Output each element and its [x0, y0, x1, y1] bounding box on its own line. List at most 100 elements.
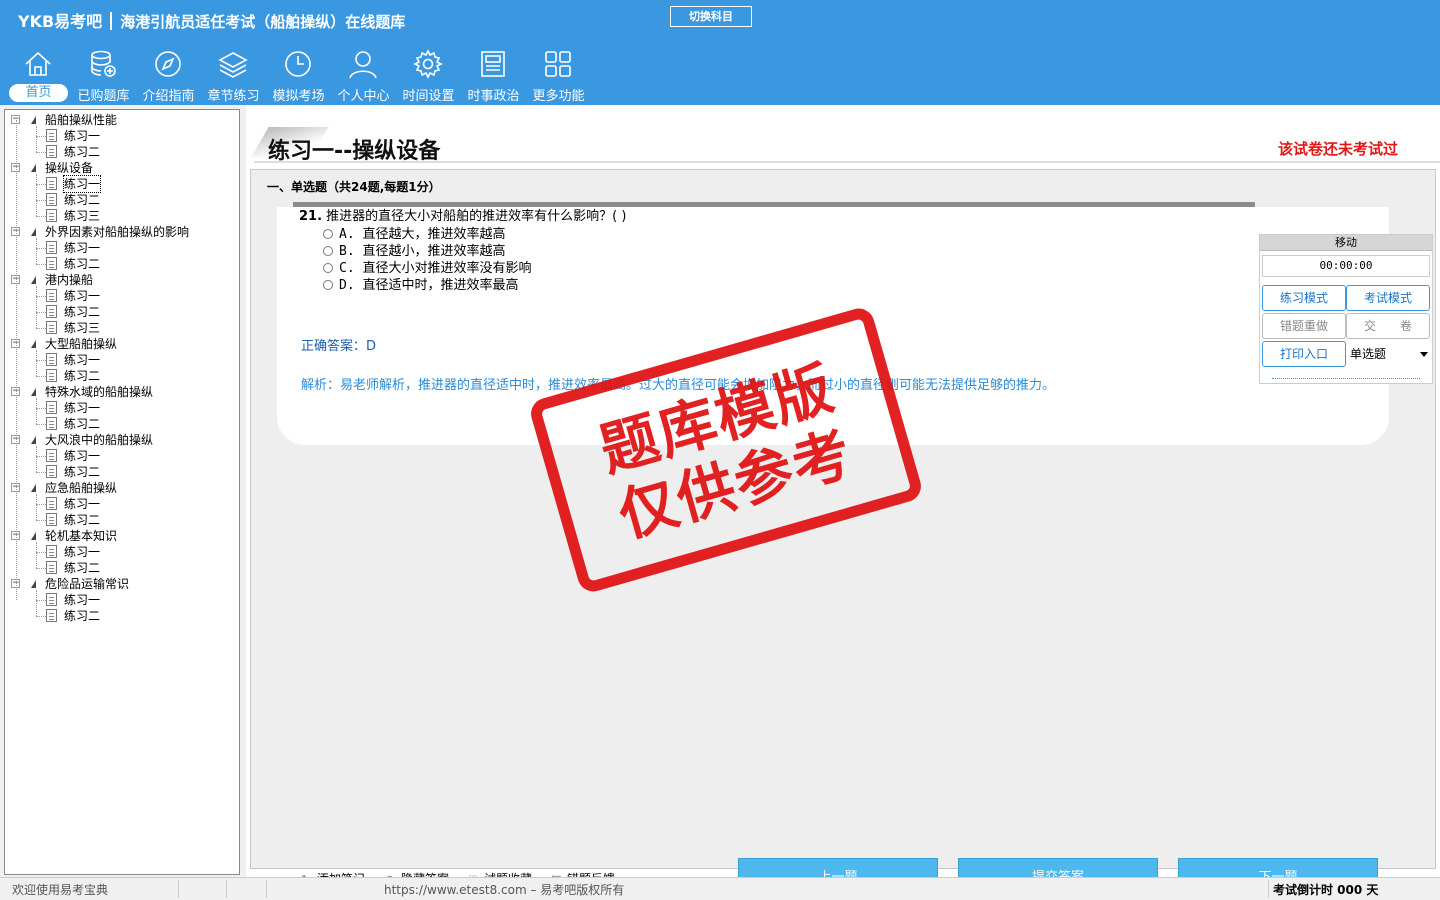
tree-chapter[interactable]: 轮机基本知识 — [45, 528, 117, 544]
status-bar: 欢迎使用易考宝典 https://www.etest8.com – 易考吧版权所… — [0, 877, 1440, 900]
redo-wrong-button[interactable]: 错题重做 — [1262, 313, 1346, 339]
nav-label: 章节练习 — [207, 89, 260, 104]
tree-exercise[interactable]: 练习二 — [64, 368, 100, 384]
tree-exercise[interactable]: 练习二 — [64, 192, 100, 208]
tree-exercise[interactable]: 练习一 — [64, 592, 100, 608]
tree-chapter[interactable]: 危险品运输常识 — [45, 576, 129, 592]
section-title: 一、单选题（共24题,每题1分） — [267, 180, 441, 194]
radio-icon[interactable] — [323, 246, 333, 256]
layers-icon — [218, 52, 248, 78]
nav-profile[interactable]: 个人中心 — [331, 46, 396, 104]
app-title: 海港引航员适任考试（船舶操纵）在线题库 — [120, 13, 406, 31]
tree-exercise[interactable]: 练习三 — [64, 208, 100, 224]
tree-exercise[interactable]: 练习一 — [64, 352, 100, 368]
tree-exercise[interactable]: 练习一 — [64, 240, 100, 256]
exam-mode-button[interactable]: 考试模式 — [1346, 285, 1430, 311]
nav-label: 时事政治 — [467, 89, 520, 104]
question-number: 21. — [299, 209, 323, 224]
document-icon — [46, 497, 57, 510]
exam-countdown: 考试倒计时 000 天 — [1273, 883, 1379, 897]
question-text: 21. 推进器的直径大小对船舶的推进效率有什么影响？( ) — [299, 205, 626, 224]
folder-icon — [31, 580, 36, 588]
tree-exercise[interactable]: 练习二 — [64, 464, 100, 480]
nav-mock-exam[interactable]: 模拟考场 — [266, 46, 331, 104]
nav-guide[interactable]: 介绍指南 — [136, 46, 201, 104]
tree-exercise[interactable]: 练习一 — [64, 496, 100, 512]
question-type-select[interactable]: 单选题 — [1348, 342, 1430, 366]
document-icon — [46, 289, 57, 302]
folder-icon — [31, 164, 36, 172]
tree-chapter[interactable]: 大风浪中的船舶操纵 — [45, 432, 153, 448]
radio-icon[interactable] — [323, 280, 333, 290]
clock-icon — [285, 51, 311, 77]
news-icon — [481, 51, 505, 77]
database-icon — [91, 50, 116, 77]
tree-exercise[interactable]: 练习三 — [64, 320, 100, 336]
tree-chapter[interactable]: 应急船舶操纵 — [45, 480, 117, 496]
nav-label: 首页 — [9, 84, 68, 102]
radio-icon[interactable] — [323, 263, 333, 273]
tree-chapter[interactable]: 特殊水域的船舶操纵 — [45, 384, 153, 400]
brand: YKB易考吧 海港引航员适任考试（船舶操纵）在线题库 — [18, 8, 405, 32]
nav-more[interactable]: 更多功能 — [526, 46, 591, 104]
tree-exercise[interactable]: 练习二 — [64, 416, 100, 432]
copyright-text: https://www.etest8.com – 易考吧版权所有 — [384, 883, 625, 897]
document-icon — [46, 321, 57, 334]
document-icon — [46, 545, 57, 558]
tree-exercise[interactable]: 练习二 — [64, 608, 100, 624]
print-button[interactable]: 打印入口 — [1262, 341, 1346, 367]
compass-icon — [155, 51, 181, 77]
tree-exercise[interactable]: 练习二 — [64, 144, 100, 160]
nav-chapter[interactable]: 章节练习 — [201, 46, 266, 104]
document-icon — [46, 593, 57, 606]
tree-exercise[interactable]: 练习一 — [64, 544, 100, 560]
user-icon — [349, 51, 377, 79]
top-nav: 首页 已购题库 介绍指南 章节练习 模拟考场 个人中心 时间设置 时事政治 更多… — [6, 46, 591, 104]
nav-label: 已购题库 — [77, 89, 130, 104]
document-icon — [46, 209, 57, 222]
folder-icon — [31, 340, 36, 348]
document-icon — [46, 193, 57, 206]
document-icon — [46, 609, 57, 622]
hand-in-button[interactable]: 交 卷 — [1346, 313, 1430, 339]
move-handle[interactable]: 移动 — [1260, 235, 1432, 251]
exam-status-notice: 该试卷还未考试过 — [1277, 140, 1398, 158]
select-value: 单选题 — [1350, 347, 1387, 361]
tree-exercise[interactable]: 练习一 — [64, 448, 100, 464]
correct-answer: 正确答案：D — [301, 339, 377, 354]
tree-exercise[interactable]: 练习一 — [62, 175, 102, 193]
tree-chapter[interactable]: 船舶操纵性能 — [45, 112, 117, 128]
grid-icon — [545, 51, 571, 77]
question-stem: 推进器的直径大小对船舶的推进效率有什么影响？( ) — [326, 209, 627, 224]
folder-icon — [31, 388, 36, 396]
nav-current-affairs[interactable]: 时事政治 — [461, 46, 526, 104]
logo: YKB易考吧 — [18, 12, 103, 31]
folder-icon — [31, 276, 36, 284]
tree-exercise[interactable]: 练习一 — [64, 128, 100, 144]
nav-purchased[interactable]: 已购题库 — [71, 46, 136, 104]
tree-exercise[interactable]: 练习二 — [64, 256, 100, 272]
tree-exercise[interactable]: 练习二 — [64, 560, 100, 576]
tree-chapter[interactable]: 大型船舶操纵 — [45, 336, 117, 352]
tree-exercise[interactable]: 练习二 — [64, 512, 100, 528]
tree-exercise[interactable]: 练习二 — [64, 304, 100, 320]
document-icon — [46, 465, 57, 478]
tree-chapter[interactable]: 港内操船 — [45, 272, 93, 288]
practice-mode-button[interactable]: 练习模式 — [1262, 285, 1346, 311]
radio-icon[interactable] — [323, 229, 333, 239]
tree-chapter[interactable]: 操纵设备 — [45, 160, 93, 176]
folder-icon — [31, 484, 36, 492]
tree-chapter[interactable]: 外界因素对船舶操纵的影响 — [45, 224, 189, 240]
document-icon — [46, 145, 57, 158]
nav-label: 时间设置 — [402, 89, 455, 104]
tree-exercise[interactable]: 练习一 — [64, 400, 100, 416]
option-label: D. 直径适中时，推进效率最高 — [339, 278, 519, 293]
option-d[interactable]: D. 直径适中时，推进效率最高 — [323, 274, 518, 293]
document-icon — [46, 401, 57, 414]
switch-subject-button[interactable]: 切换科目 — [670, 6, 752, 27]
nav-home[interactable]: 首页 — [6, 46, 71, 104]
document-icon — [46, 513, 57, 526]
chapter-tree[interactable]: − 船舶操纵性能 练习一 练习二 − 操纵设备 练习一 练习二 练习三 − 外界因素对船舶操纵的影响… — [4, 109, 240, 875]
tree-exercise[interactable]: 练习一 — [64, 288, 100, 304]
nav-time-settings[interactable]: 时间设置 — [396, 46, 461, 104]
